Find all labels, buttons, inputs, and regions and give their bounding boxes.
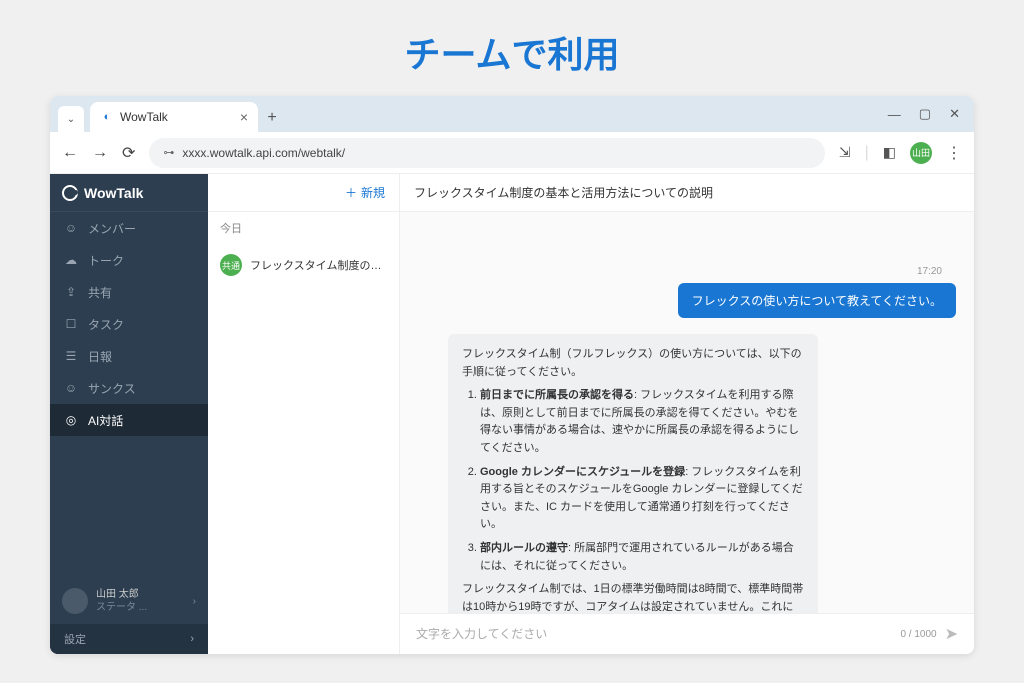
tab-title: WowTalk bbox=[120, 110, 234, 124]
share-icon: ⇪ bbox=[64, 285, 78, 299]
channel-header: ＋新規 bbox=[208, 174, 399, 212]
site-info-icon[interactable]: ⊶ bbox=[163, 146, 174, 159]
browser-window: ⌄ ◐ WowTalk × + — ▢ ✕ ← → ⟳ ⊶ xxxx.wowta… bbox=[50, 96, 974, 654]
nav-list: ☺ メンバー ☁ トーク ⇪ 共有 ☐ タスク ☰ 日報 ☺ サンクス ◎ AI対話 bbox=[50, 212, 208, 578]
ai-step: 前日までに所属長の承認を得る: フレックスタイムを利用する際は、原則として前日ま… bbox=[480, 387, 804, 457]
reload-button[interactable]: ⟳ bbox=[122, 143, 135, 163]
char-count: 0 / 1000 bbox=[900, 629, 936, 640]
forward-button[interactable]: → bbox=[92, 144, 108, 162]
app-container: WowTalk ☺ メンバー ☁ トーク ⇪ 共有 ☐ タスク ☰ 日報 ☺ サンクス ◎ A… bbox=[50, 174, 974, 654]
new-channel-button[interactable]: ＋新規 bbox=[345, 184, 385, 201]
user-section[interactable]: 山田 太郎 ステータ ... › bbox=[50, 578, 208, 624]
user-name: 山田 太郎 bbox=[96, 588, 185, 601]
nav-label: タスク bbox=[88, 316, 124, 333]
ai-step: 部内ルールの遵守: 所属部門で運用されているルールがある場合には、それに従ってく… bbox=[480, 540, 804, 575]
extension-icon[interactable]: ⇲ bbox=[839, 144, 851, 161]
nav-label: AI対話 bbox=[88, 412, 123, 429]
browser-tab-active[interactable]: ◐ WowTalk × bbox=[90, 102, 258, 132]
nav-label: トーク bbox=[88, 252, 124, 269]
close-icon[interactable]: × bbox=[240, 109, 248, 125]
user-icon: ☺ bbox=[64, 221, 78, 235]
nav-label: 日報 bbox=[88, 348, 112, 365]
nav-label: サンクス bbox=[88, 380, 136, 397]
logo-icon bbox=[62, 185, 78, 201]
user-info: 山田 太郎 ステータ ... bbox=[96, 588, 185, 614]
chat-icon: ☁ bbox=[64, 253, 78, 267]
maximize-button[interactable]: ▢ bbox=[919, 106, 931, 122]
browser-toolbar: ← → ⟳ ⊶ xxxx.wowtalk.api.com/webtalk/ ⇲ … bbox=[50, 132, 974, 174]
page-heading: チームで利用 bbox=[0, 0, 1024, 96]
send-button[interactable]: ➤ bbox=[945, 624, 958, 644]
sidebar-item-thanks[interactable]: ☺ サンクス bbox=[50, 372, 208, 404]
ai-intro: フレックスタイム制（フルフレックス）の使い方については、以下の手順に従ってくださ… bbox=[462, 346, 804, 381]
sidebar-item-task[interactable]: ☐ タスク bbox=[50, 308, 208, 340]
sidebar-item-members[interactable]: ☺ メンバー bbox=[50, 212, 208, 244]
nav-label: メンバー bbox=[88, 220, 136, 237]
task-icon: ☐ bbox=[64, 317, 78, 331]
channel-title: フレックスタイム制度の基本と活用… bbox=[250, 257, 387, 273]
ai-step: Google カレンダーにスケジュールを登録: フレックスタイムを利用する旨とそ… bbox=[480, 464, 804, 534]
ai-message-bubble: フレックスタイム制（フルフレックス）の使い方については、以下の手順に従ってくださ… bbox=[448, 334, 818, 613]
window-controls: — ▢ ✕ bbox=[888, 96, 974, 132]
message-timestamp: 17:20 bbox=[418, 266, 942, 277]
chat-body: 17:20 フレックスの使い方について教えてください。 共通 フレックスタイム制… bbox=[400, 212, 974, 613]
tab-search-dropdown[interactable]: ⌄ bbox=[58, 106, 84, 132]
sidebar-item-talk[interactable]: ☁ トーク bbox=[50, 244, 208, 276]
chat-header: フレックスタイム制度の基本と活用方法についての説明 bbox=[400, 174, 974, 212]
panel-icon[interactable]: ◧ bbox=[883, 144, 896, 161]
plus-icon: ＋ bbox=[345, 184, 357, 201]
chevron-right-icon[interactable]: › bbox=[193, 596, 196, 607]
ai-message-row: 共通 フレックスタイム制（フルフレックス）の使い方については、以下の手順に従って… bbox=[418, 334, 956, 613]
back-button[interactable]: ← bbox=[62, 144, 78, 162]
logo-text: WowTalk bbox=[84, 185, 143, 201]
user-message-row: フレックスの使い方について教えてください。 bbox=[418, 283, 956, 318]
channel-section-label: 今日 bbox=[208, 212, 399, 244]
browser-menu-button[interactable]: ⋮ bbox=[946, 143, 962, 163]
channel-panel: ＋新規 今日 共通 フレックスタイム制度の基本と活用… bbox=[208, 174, 400, 654]
ai-steps-list: 前日までに所属長の承認を得る: フレックスタイムを利用する際は、原則として前日ま… bbox=[462, 387, 804, 575]
chat-panel: フレックスタイム制度の基本と活用方法についての説明 17:20 フレックスの使い… bbox=[400, 174, 974, 654]
tab-favicon-icon: ◐ bbox=[100, 110, 114, 124]
channel-badge: 共通 bbox=[220, 254, 242, 276]
settings-label: 設定 bbox=[64, 631, 86, 647]
profile-avatar[interactable]: 山田 bbox=[910, 142, 932, 164]
nav-label: 共有 bbox=[88, 284, 112, 301]
user-message-bubble: フレックスの使い方について教えてください。 bbox=[678, 283, 956, 318]
new-tab-button[interactable]: + bbox=[258, 104, 286, 132]
address-bar[interactable]: ⊶ xxxx.wowtalk.api.com/webtalk/ bbox=[149, 138, 824, 168]
sidebar-item-share[interactable]: ⇪ 共有 bbox=[50, 276, 208, 308]
app-logo: WowTalk bbox=[50, 174, 208, 212]
browser-tab-strip: ⌄ ◐ WowTalk × + — ▢ ✕ bbox=[50, 96, 974, 132]
url-text: xxxx.wowtalk.api.com/webtalk/ bbox=[182, 146, 345, 160]
report-icon: ☰ bbox=[64, 349, 78, 363]
close-window-button[interactable]: ✕ bbox=[949, 106, 960, 122]
message-input[interactable] bbox=[416, 627, 900, 641]
ai-outro: フレックスタイム制では、1日の標準労働時間は8時間で、標準時間帯は10時から19… bbox=[462, 581, 804, 613]
user-status: ステータ ... bbox=[96, 601, 185, 614]
channel-item[interactable]: 共通 フレックスタイム制度の基本と活用… bbox=[208, 244, 399, 286]
minimize-button[interactable]: — bbox=[888, 107, 901, 122]
chat-input-bar: 0 / 1000 ➤ bbox=[400, 613, 974, 654]
sidebar: WowTalk ☺ メンバー ☁ トーク ⇪ 共有 ☐ タスク ☰ 日報 ☺ サンクス ◎ A… bbox=[50, 174, 208, 654]
ai-icon: ◎ bbox=[64, 413, 78, 427]
new-label: 新規 bbox=[361, 184, 385, 201]
thanks-icon: ☺ bbox=[64, 381, 78, 395]
user-avatar-icon bbox=[62, 588, 88, 614]
settings-button[interactable]: 設定 › bbox=[50, 624, 208, 654]
chevron-right-icon: › bbox=[190, 633, 194, 645]
sidebar-item-report[interactable]: ☰ 日報 bbox=[50, 340, 208, 372]
sidebar-item-ai[interactable]: ◎ AI対話 bbox=[50, 404, 208, 436]
